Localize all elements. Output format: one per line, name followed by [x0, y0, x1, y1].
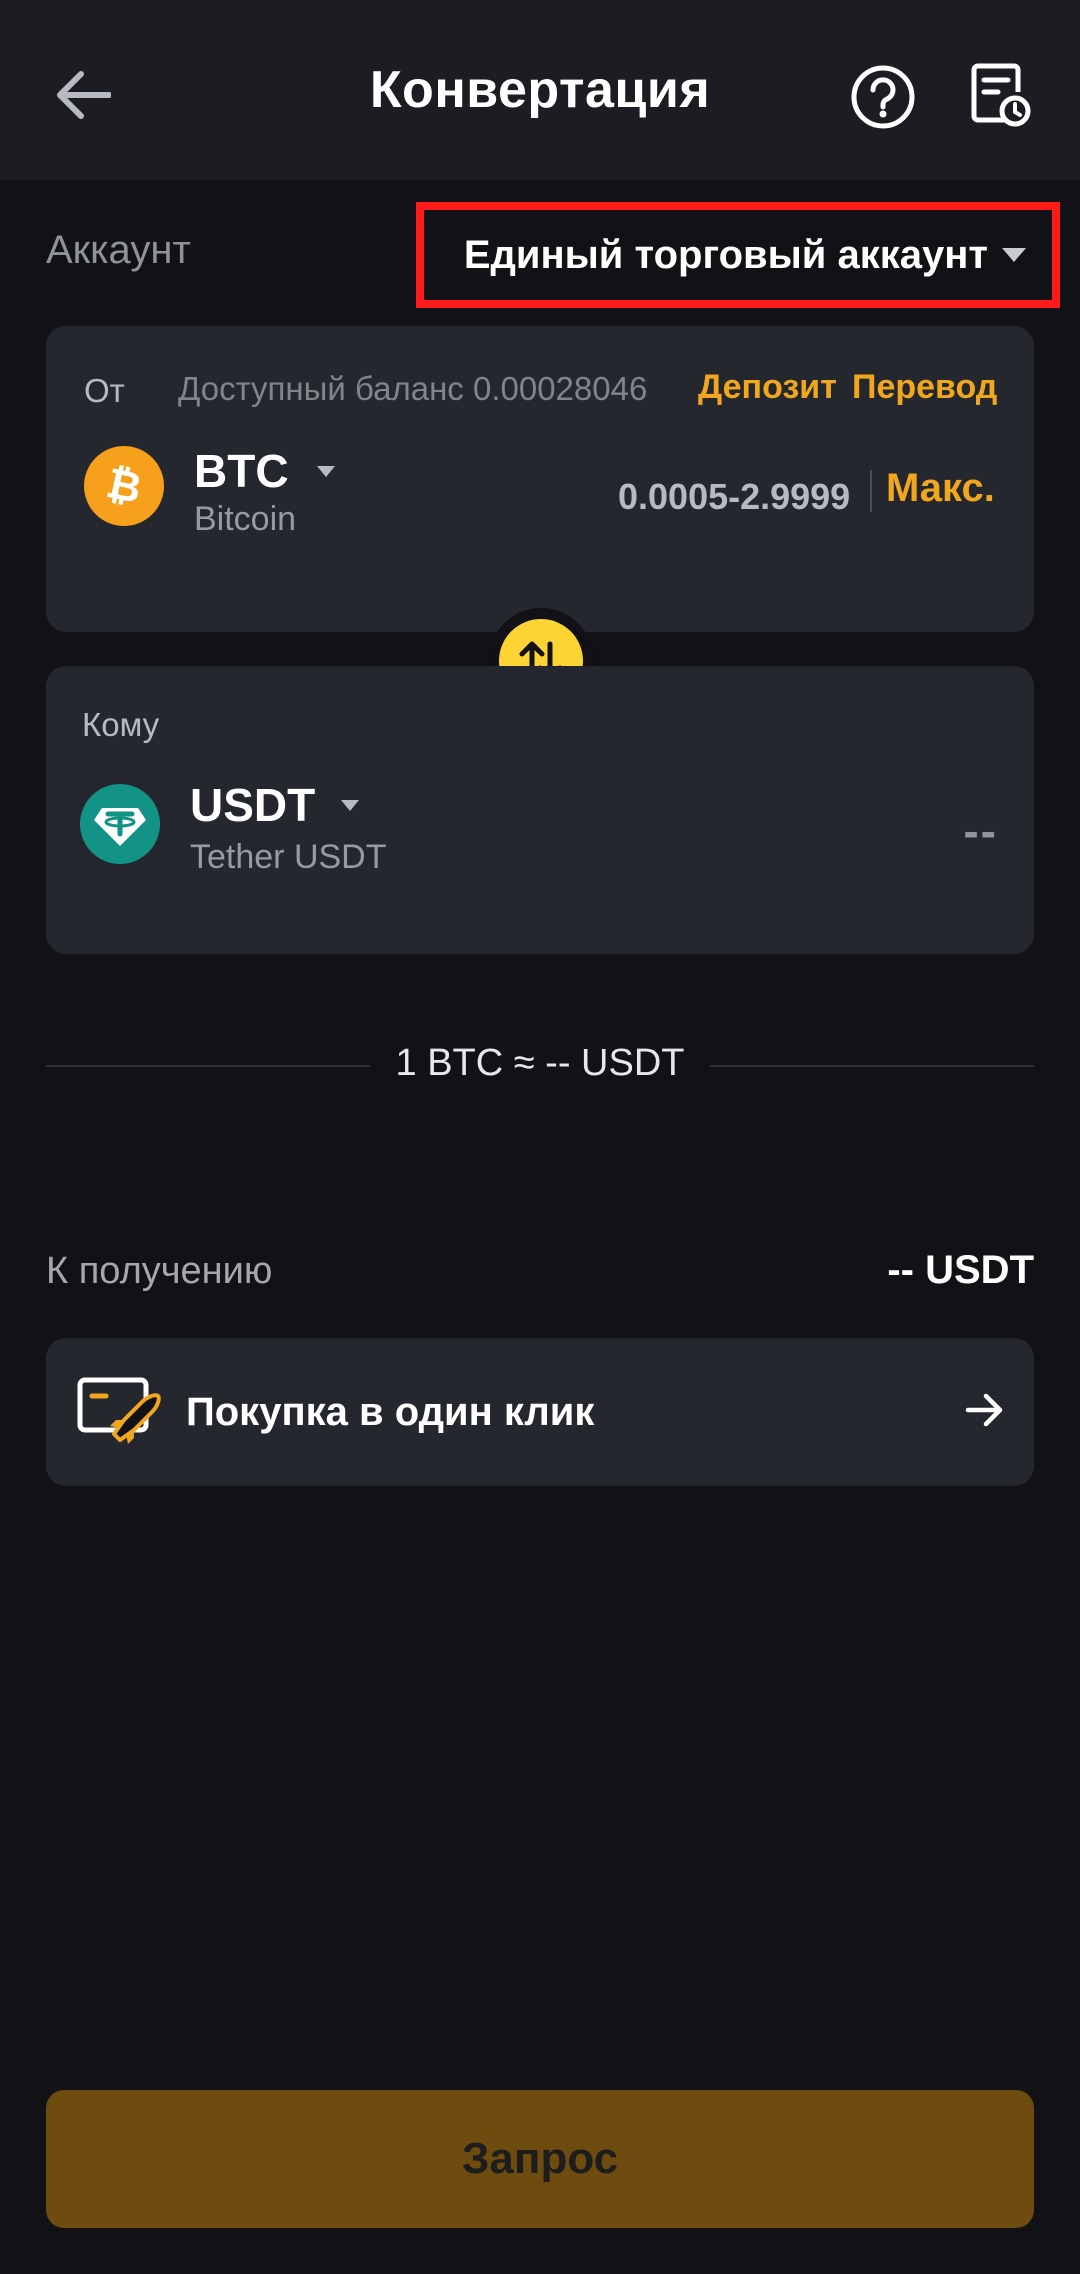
account-selector[interactable]: Единый торговый аккаунт [416, 202, 1060, 308]
receive-label: К получению [46, 1250, 273, 1292]
from-coin-selector[interactable]: BTC [194, 444, 335, 498]
account-label: Аккаунт [46, 228, 191, 272]
document-clock-icon [971, 63, 1031, 127]
caret-down-icon [1002, 248, 1026, 262]
to-amount: -- [963, 805, 998, 857]
available-balance: Доступный баланс 0.00028046 [178, 370, 648, 407]
help-button[interactable] [848, 62, 918, 132]
amount-range[interactable]: 0.0005-2.9999 [618, 476, 850, 518]
to-coin-name: Tether USDT [190, 838, 387, 876]
question-circle-icon [851, 65, 915, 129]
account-selected-value: Единый торговый аккаунт [463, 232, 988, 277]
bitcoin-icon: ₿ [84, 446, 164, 526]
to-card: Кому USDT Tether USDT -- [46, 666, 1034, 954]
to-label: Кому [82, 706, 160, 743]
one-click-buy-button[interactable]: Покупка в один клик [46, 1338, 1034, 1486]
to-coin-symbol: USDT [190, 779, 316, 831]
divider [46, 1065, 370, 1067]
one-click-buy-label: Покупка в один клик [186, 1390, 595, 1434]
caret-down-icon [341, 799, 360, 811]
page-title: Конвертация [369, 61, 711, 119]
arrow-right-icon [965, 1393, 1003, 1427]
history-button[interactable] [968, 62, 1034, 128]
receive-value: -- USDT [887, 1248, 1034, 1292]
card-rocket-icon [77, 1377, 161, 1444]
from-label: От [84, 372, 125, 409]
transfer-link[interactable]: Перевод [852, 368, 997, 407]
divider [870, 470, 872, 512]
request-button[interactable]: Запрос [46, 2090, 1034, 2228]
divider [710, 1065, 1034, 1067]
from-card: От Доступный баланс 0.00028046 Депозит П… [46, 326, 1034, 632]
from-coin-name: Bitcoin [194, 500, 297, 538]
tether-icon [80, 784, 160, 864]
from-coin-symbol: BTC [194, 445, 289, 497]
to-coin-selector[interactable]: USDT [190, 778, 360, 832]
max-button[interactable]: Макс. [886, 466, 995, 511]
caret-down-icon [316, 465, 335, 477]
header-bar: Конвертация [0, 0, 1080, 180]
exchange-rate: 1 BTC ≈ -- USDT [395, 1042, 685, 1084]
svg-text:₿: ₿ [102, 458, 146, 513]
deposit-link[interactable]: Депозит [698, 368, 837, 407]
